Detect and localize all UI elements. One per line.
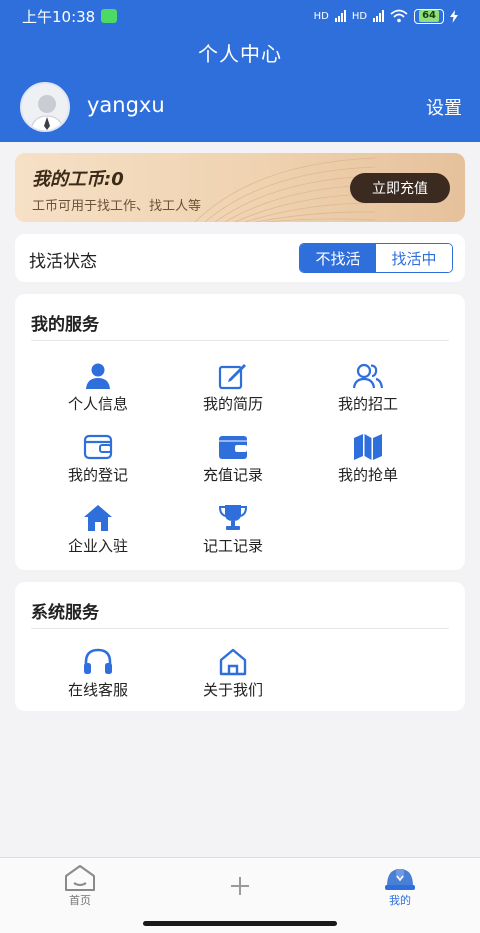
service-personal-info[interactable]: 个人信息 <box>28 362 168 414</box>
users-icon <box>353 363 383 389</box>
service-label: 企业入驻 <box>67 537 128 555</box>
header: 上午10:38 HD HD 64 个人中心 yangxu 设置 <box>0 0 480 142</box>
service-online-support[interactable]: 在线客服 <box>28 648 168 700</box>
wifi-icon <box>390 9 408 23</box>
headset-icon <box>84 648 112 674</box>
status-time-group: 上午10:38 <box>22 6 118 27</box>
home-icon <box>84 505 112 531</box>
service-enterprise-join[interactable]: 企业入驻 <box>28 504 168 556</box>
service-label: 记工记录 <box>202 537 263 555</box>
nav-mine[interactable]: 我的 <box>360 864 440 908</box>
service-label: 我的招工 <box>337 395 398 413</box>
work-status-card: 找活状态 不找活 找活中 <box>15 234 465 282</box>
trophy-icon <box>218 505 248 530</box>
service-label: 在线客服 <box>67 681 128 699</box>
service-label: 个人信息 <box>67 395 128 413</box>
person-icon <box>86 363 110 389</box>
status-time: 上午10:38 <box>22 7 96 26</box>
service-label: 我的登记 <box>67 466 128 484</box>
decorative-waves <box>195 157 375 222</box>
settings-link[interactable]: 设置 <box>426 94 462 120</box>
nav-home[interactable]: 首页 <box>40 864 120 908</box>
toggle-not-seeking[interactable]: 不找活 <box>300 244 376 272</box>
system-services-title: 系统服务 <box>31 603 99 623</box>
service-label: 充值记录 <box>202 466 263 484</box>
service-work-records[interactable]: 记工记录 <box>163 504 303 556</box>
service-my-grab-orders[interactable]: 我的抢单 <box>298 433 438 485</box>
avatar[interactable] <box>20 82 70 132</box>
service-my-recruitment[interactable]: 我的招工 <box>298 362 438 414</box>
coin-balance: 我的工币:0 <box>32 169 124 190</box>
service-label: 我的简历 <box>202 395 263 413</box>
map-icon <box>354 434 382 460</box>
username: yangxu <box>87 93 165 117</box>
toggle-seeking[interactable]: 找活中 <box>376 244 452 272</box>
my-services-title: 我的服务 <box>31 315 99 335</box>
nav-mine-label: 我的 <box>389 894 411 907</box>
page-title: 个人中心 <box>198 42 282 66</box>
service-label: 关于我们 <box>202 681 263 699</box>
service-my-resume[interactable]: 我的简历 <box>163 362 303 414</box>
work-status-toggle: 不找活 找活中 <box>299 243 453 273</box>
service-recharge-records[interactable]: 充值记录 <box>163 433 303 485</box>
wechat-notification-icon <box>101 9 118 23</box>
work-status-label: 找活状态 <box>29 252 97 272</box>
status-bar: 上午10:38 HD HD 64 <box>0 0 480 32</box>
plus-icon <box>231 877 249 895</box>
home-outline-icon <box>65 865 95 891</box>
signal-icon-2 <box>373 10 385 22</box>
my-services-card: 我的服务 个人信息 我的简历 我的招工 我的登记 充值记录 我的抢单 企业入驻 … <box>15 294 465 570</box>
wallet-icon <box>83 434 113 460</box>
status-indicators: HD HD 64 <box>313 8 458 24</box>
recharge-button[interactable]: 立即充值 <box>350 173 450 203</box>
nav-add[interactable] <box>200 874 280 898</box>
battery-icon: 64 <box>414 8 444 24</box>
divider <box>31 340 449 341</box>
signal-icon <box>334 10 346 22</box>
service-my-registration[interactable]: 我的登记 <box>28 433 168 485</box>
coin-card: 我的工币:0 工币可用于找工作、找工人等 立即充值 <box>15 153 465 222</box>
coin-description: 工币可用于找工作、找工人等 <box>32 199 202 214</box>
network-label-1: HD <box>313 10 329 22</box>
network-label-2: HD <box>351 10 368 22</box>
divider <box>31 628 449 629</box>
service-about-us[interactable]: 关于我们 <box>163 648 303 700</box>
nav-home-label: 首页 <box>69 894 91 907</box>
card-wallet-icon <box>219 436 247 459</box>
avatar-person-icon <box>22 84 68 130</box>
helmet-icon <box>385 869 415 890</box>
system-services-card: 系统服务 在线客服 关于我们 <box>15 582 465 711</box>
home-indicator <box>143 921 337 926</box>
edit-icon <box>218 364 246 390</box>
service-label: 我的抢单 <box>337 466 398 484</box>
house-outline-icon <box>219 648 247 676</box>
charging-icon <box>450 9 458 23</box>
battery-level: 64 <box>419 10 439 22</box>
